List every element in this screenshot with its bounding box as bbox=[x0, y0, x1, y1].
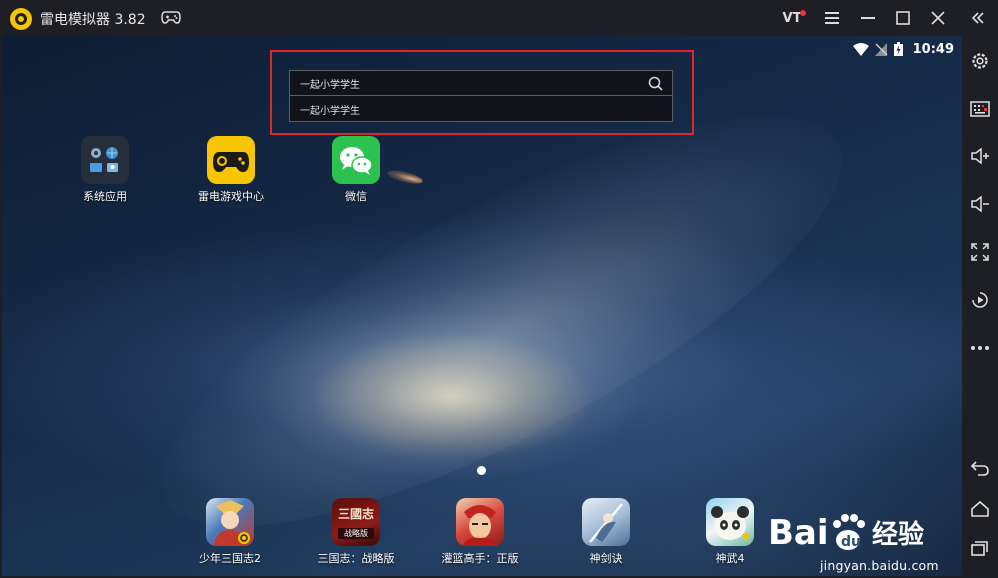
back-button[interactable] bbox=[968, 456, 992, 480]
slam-dunk-icon bbox=[456, 498, 504, 546]
android-screen[interactable]: 10:49 一起小学学生 系统应用 bbox=[2, 36, 962, 576]
home-icon bbox=[971, 500, 989, 517]
right-toolbar bbox=[962, 36, 998, 578]
gear-icon bbox=[972, 53, 988, 69]
volume-down-button[interactable] bbox=[968, 192, 992, 216]
sanguozhi-zhanlue-icon: 三國志 战略版 bbox=[332, 498, 380, 546]
app-label: 微信 bbox=[345, 190, 367, 203]
search-suggestion-list: 一起小学学生 bbox=[289, 96, 673, 122]
leidian-logo-icon bbox=[10, 8, 32, 30]
window-title: 雷电模拟器 3.82 bbox=[40, 12, 146, 28]
maximize-button[interactable] bbox=[891, 6, 915, 30]
title-bar: 雷电模拟器 3.82 VT bbox=[0, 0, 998, 36]
svg-text:Bai: Bai bbox=[768, 513, 829, 553]
baidu-jingyan-watermark: Bai du 经验 jingyan.baidu.com bbox=[768, 506, 958, 576]
volume-up-icon bbox=[971, 147, 989, 165]
fullscreen-expand-icon bbox=[971, 243, 989, 261]
status-clock: 10:49 bbox=[912, 41, 954, 57]
more-dots-icon bbox=[971, 346, 989, 350]
app-sanguozhi-zhanlue[interactable]: 三國志 战略版 三国志：战略版 bbox=[311, 498, 401, 566]
app-wechat[interactable]: 微信 bbox=[311, 136, 401, 204]
maximize-icon bbox=[896, 11, 910, 25]
recent-apps-button[interactable] bbox=[968, 536, 992, 560]
menu-button[interactable] bbox=[820, 6, 844, 30]
fullscreen-button[interactable] bbox=[968, 240, 992, 264]
shenjianjue-icon bbox=[582, 498, 630, 546]
system-apps-folder-icon bbox=[81, 136, 129, 184]
app-label: 神剑诀 bbox=[589, 552, 623, 565]
collapse-sidebar-button[interactable] bbox=[966, 6, 990, 30]
battery-charging-icon bbox=[893, 42, 903, 56]
leidian-game-center-icon bbox=[207, 136, 255, 184]
icon-title-text: 三國志 bbox=[337, 507, 374, 521]
wechat-icon bbox=[332, 136, 380, 184]
app-label: 系统应用 bbox=[83, 190, 127, 203]
android-status-bar: 10:49 bbox=[852, 40, 954, 58]
page-indicator-dot bbox=[477, 466, 486, 475]
screen-record-button[interactable] bbox=[968, 288, 992, 312]
double-chevron-left-icon bbox=[971, 12, 984, 24]
no-signal-icon bbox=[874, 42, 888, 56]
keyboard-mapping-button[interactable] bbox=[968, 97, 992, 121]
shenwu4-icon bbox=[706, 498, 754, 546]
svg-text:du: du bbox=[841, 534, 861, 550]
gamepad-icon[interactable] bbox=[161, 10, 181, 25]
baidu-jingyan-logo-icon: Bai du 经验 bbox=[768, 513, 924, 553]
app-label: 少年三国志2 bbox=[199, 552, 261, 565]
app-slam-dunk[interactable]: 灌篮高手：正版 bbox=[435, 498, 525, 566]
keyboard-icon bbox=[970, 101, 990, 117]
minimize-button[interactable] bbox=[856, 6, 880, 30]
app-shenjianjue[interactable]: 神剑诀 bbox=[561, 498, 651, 566]
volume-down-icon bbox=[971, 195, 989, 213]
emulator-window: 雷电模拟器 3.82 VT 10:49 一起小学学生 一起小学学生 系统应用 雷… bbox=[0, 0, 998, 578]
app-label: 灌篮高手：正版 bbox=[441, 552, 519, 565]
search-suggestion-item[interactable]: 一起小学学生 bbox=[300, 102, 360, 117]
volume-up-button[interactable] bbox=[968, 144, 992, 168]
hamburger-menu-icon bbox=[825, 12, 839, 24]
more-options-button[interactable] bbox=[968, 336, 992, 360]
app-shenwu4[interactable]: 神武4 bbox=[685, 498, 775, 566]
app-label: 神武4 bbox=[715, 552, 745, 565]
shaonian-sanguozhi2-icon bbox=[206, 498, 254, 546]
close-button[interactable] bbox=[926, 6, 950, 30]
minimize-icon bbox=[861, 17, 875, 19]
back-arrow-icon bbox=[970, 461, 989, 476]
watermark-url: jingyan.baidu.com bbox=[820, 558, 939, 573]
settings-button[interactable] bbox=[968, 49, 992, 73]
vt-notification-dot bbox=[800, 10, 806, 16]
wifi-icon bbox=[852, 42, 869, 56]
svg-text:经验: 经验 bbox=[872, 519, 924, 550]
home-button[interactable] bbox=[968, 497, 992, 521]
app-system-apps[interactable]: 系统应用 bbox=[60, 136, 150, 204]
search-input[interactable] bbox=[290, 71, 640, 95]
app-shaonian-sanguozhi2[interactable]: 少年三国志2 bbox=[185, 498, 275, 566]
app-label: 雷电游戏中心 bbox=[198, 190, 264, 203]
icon-subtitle-text: 战略版 bbox=[338, 528, 374, 539]
close-icon bbox=[931, 11, 945, 25]
recent-apps-icon bbox=[971, 541, 988, 556]
search-box[interactable] bbox=[289, 70, 673, 96]
app-leidian-game-center[interactable]: 雷电游戏中心 bbox=[186, 136, 276, 204]
search-icon[interactable] bbox=[648, 76, 663, 91]
app-label: 三国志：战略版 bbox=[317, 552, 395, 565]
record-play-icon bbox=[972, 292, 988, 308]
